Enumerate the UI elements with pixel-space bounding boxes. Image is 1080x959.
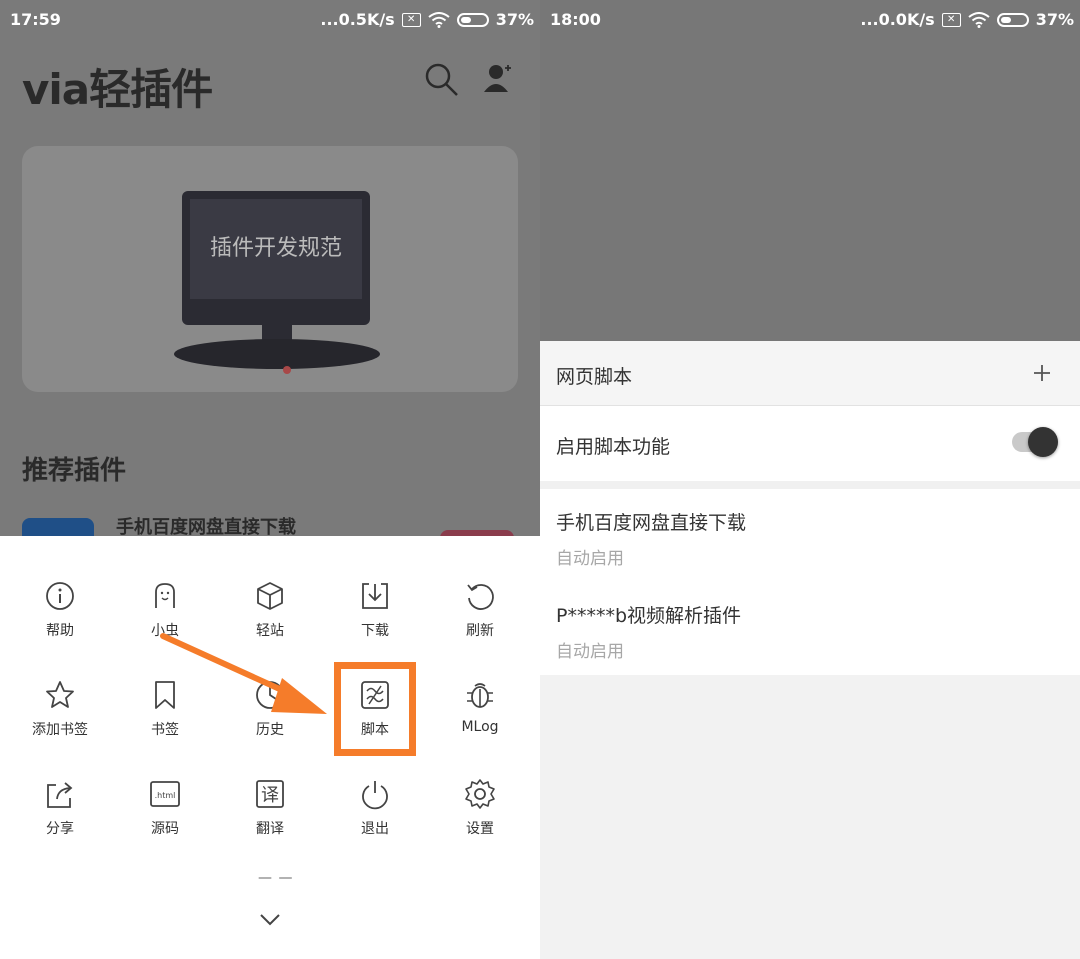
status-bar: 18:00 ...0.0K/s ✕ 37% [540,0,1080,38]
info-icon [46,582,74,610]
left-screen: 17:59 ...0.5K/s ✕ 37% via轻插件 插件开发规范 推荐插件… [0,0,540,959]
share-icon [47,782,73,808]
menu-source[interactable]: .html 源码 [113,778,217,838]
power-icon [362,781,388,810]
menu-share[interactable]: 分享 [8,778,112,838]
carousel-dot [283,366,291,374]
banner-card[interactable]: 插件开发规范 [22,146,518,392]
add-user-icon[interactable] [482,62,514,94]
menu-refresh[interactable]: 刷新 [428,580,532,640]
network-speed: ...0.5K/s [320,10,395,29]
chevron-down-icon[interactable] [258,912,282,928]
monitor-illustration [174,191,380,369]
network-speed: ...0.0K/s [860,10,935,29]
right-screen: 18:00 ...0.0K/s ✕ 37% 网页脚本 启用脚本功能 手机百度网盘 [540,0,1080,959]
status-time: 17:59 [10,10,61,29]
menu-sheet: 帮助 小虫 轻站 下载 刷新 添加书签 书签 历史 脚本 MLog 分享 .ht… [0,536,540,959]
battery-level: 37% [1035,10,1074,29]
arrow-annotation [160,633,327,714]
star-icon [46,681,74,708]
cube-icon [257,582,283,610]
list-empty-area [540,675,1080,959]
html-icon: .html [150,781,180,807]
status-bar: 17:59 ...0.5K/s ✕ 37% [0,0,540,38]
enable-scripts-toggle[interactable] [1012,427,1058,457]
toggle-knob [1028,427,1058,457]
svg-text:.html: .html [155,791,176,800]
ghost-icon [155,583,175,608]
battery-icon [996,12,1029,27]
enable-scripts-row[interactable]: 启用脚本功能 [540,406,1080,481]
script-status: 自动启用 [556,642,624,662]
wifi-icon [428,11,450,28]
dim-overlay[interactable] [540,38,1080,341]
translate-icon: 译 [256,780,284,808]
script-name: 手机百度网盘直接下载 [556,512,747,534]
svg-text:译: 译 [261,785,279,806]
bug-icon [467,683,493,708]
menu-add-bookmark[interactable]: 添加书签 [8,679,112,739]
section-divider [540,481,1080,489]
menu-download[interactable]: 下载 [323,580,427,640]
menu-exit[interactable]: 退出 [323,778,427,838]
wifi-icon [968,11,990,28]
status-time: 18:00 [550,10,601,29]
script-status: 自动启用 [556,549,624,569]
highlight-box [334,662,416,756]
menu-translate[interactable]: 译 翻译 [218,778,322,838]
script-item[interactable]: 手机百度网盘直接下载 自动启用 [540,489,1080,583]
gear-icon [465,779,495,809]
scripts-header: 网页脚本 [540,341,1080,406]
enable-scripts-label: 启用脚本功能 [556,436,671,458]
sim-icon: ✕ [941,12,961,27]
sim-icon: ✕ [401,12,421,27]
app-title: via轻插件 [22,65,213,114]
download-icon [362,583,388,609]
search-icon[interactable] [424,62,460,98]
battery-icon [456,12,489,27]
menu-help[interactable]: 帮助 [8,580,112,640]
battery-level: 37% [495,10,534,29]
scripts-title: 网页脚本 [556,366,633,388]
refresh-icon [467,584,494,610]
script-item[interactable]: P*****b视频解析插件 自动启用 [540,582,1080,676]
add-icon[interactable] [1032,363,1052,383]
menu-settings[interactable]: 设置 [428,778,532,838]
section-title: 推荐插件 [22,456,127,486]
banner-text: 插件开发规范 [209,236,342,261]
script-name: P*****b视频解析插件 [556,605,742,627]
sheet-divider: — — [258,870,294,886]
menu-mlog[interactable]: MLog [428,679,532,735]
